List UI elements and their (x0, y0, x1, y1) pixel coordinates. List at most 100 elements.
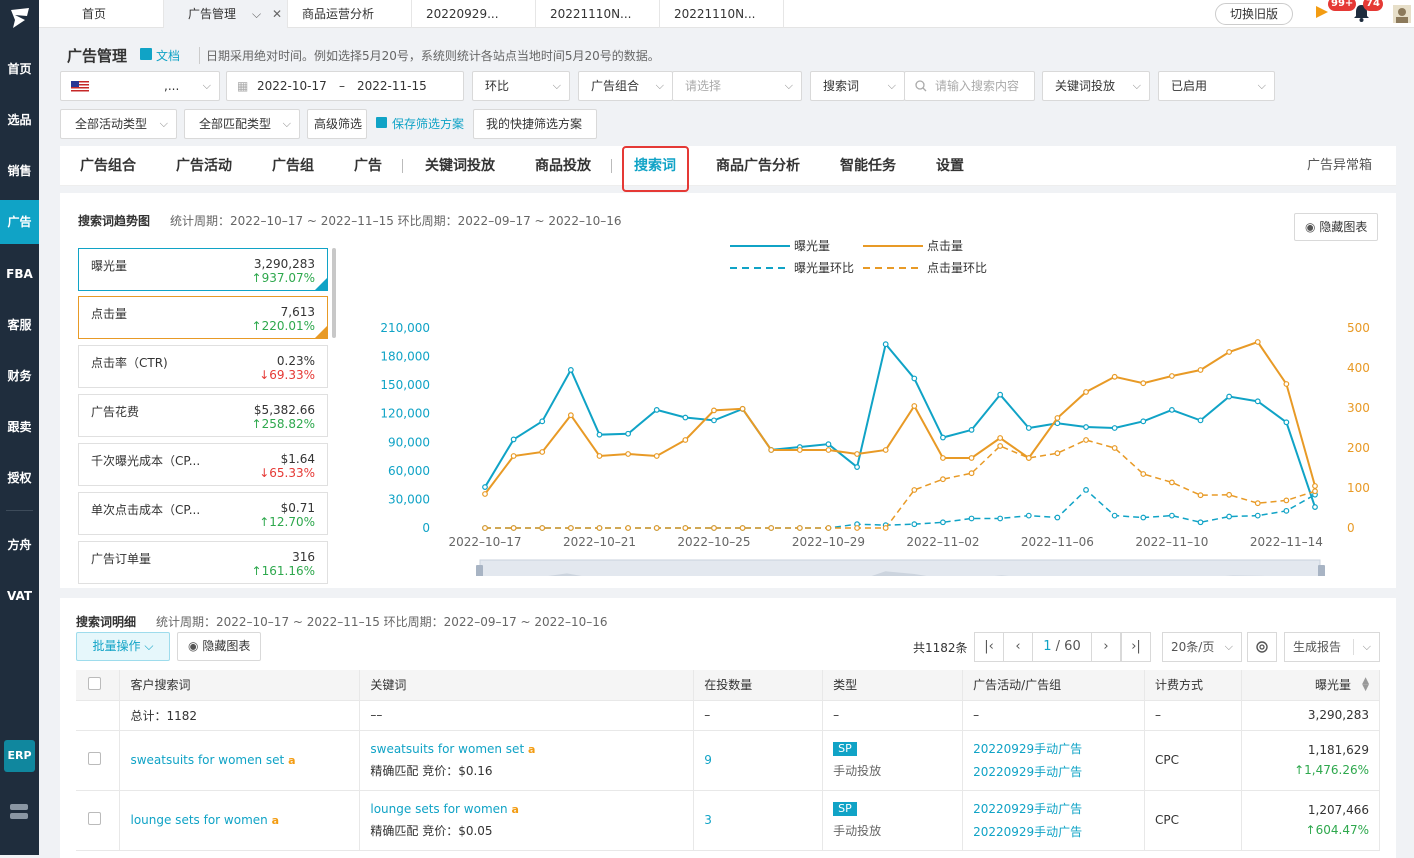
sidebar-item-vat[interactable]: VAT (0, 574, 39, 618)
metric-card[interactable]: 广告花费 $5,382.66 ↑258.82% (78, 394, 328, 437)
sidebar-item-home[interactable]: 首页 (0, 47, 39, 91)
erp-button[interactable]: ERP (4, 740, 35, 772)
doc-icon[interactable] (140, 48, 152, 60)
ad-anomaly-box-link[interactable]: 广告异常箱 (1307, 146, 1372, 186)
metric-card[interactable]: 单次点击成本（CP... $0.71 ↑12.70% (78, 492, 328, 535)
close-icon[interactable]: ✕ (272, 0, 282, 28)
subtab-smart-task[interactable]: 智能任务 (840, 146, 896, 186)
tab-ad-management[interactable]: 广告管理 ⌵ ✕ (164, 0, 288, 28)
table-row[interactable]: sweatsuits for women set a sweatsuits for… (76, 730, 1381, 791)
subtab-campaign[interactable]: 广告活动 (176, 146, 232, 186)
amazon-icon[interactable]: a (528, 743, 535, 756)
detail-period: 统计周期：2022–10–17 ~ 2022–11–15 环比周期：2022–0… (156, 615, 608, 629)
tab-report-1[interactable]: 20220929... (412, 0, 536, 28)
column-settings-button[interactable] (1247, 632, 1277, 662)
sidebar-item-ark[interactable]: 方舟 (0, 523, 39, 567)
table-row[interactable]: lounge sets for women a lounge sets for w… (76, 790, 1381, 851)
prev-page-button[interactable]: ‹ (1003, 632, 1033, 662)
campaign-type-select[interactable]: 全部活动类型 ⌵ (60, 109, 177, 139)
last-page-button[interactable]: ›| (1121, 632, 1151, 662)
portfolio-type-select[interactable]: 广告组合 ⌵ (578, 71, 673, 101)
switch-old-version-button[interactable]: 切换旧版 (1215, 3, 1293, 25)
select-all-checkbox[interactable] (88, 676, 101, 690)
x-tick-label: 2022–11–10 (1135, 535, 1208, 549)
next-page-button[interactable]: › (1091, 632, 1121, 662)
sidebar-item-ads[interactable]: 广告 (0, 200, 39, 244)
campaign-link[interactable]: 20220929手动广告 (973, 740, 1144, 757)
my-filter-schemes-button[interactable]: 我的快捷筛选方案 (473, 109, 597, 139)
subtab-portfolio[interactable]: 广告组合 (80, 146, 136, 186)
sidebar-item-service[interactable]: 客服 (0, 303, 39, 347)
site-select[interactable]: ,... ⌵ (60, 71, 220, 101)
adgroup-link[interactable]: 20220929手动广告 (973, 823, 1144, 840)
search-term-link[interactable]: lounge sets for women (130, 813, 267, 827)
tab-report-3[interactable]: 20221110N... (660, 0, 784, 28)
chevron-down-icon[interactable]: ⌵ (1363, 633, 1371, 661)
batch-action-button[interactable]: 批量操作 ⌵ (76, 632, 170, 661)
metric-list-scrollbar[interactable] (332, 248, 336, 338)
sidebar-item-fba[interactable]: FBA (0, 252, 39, 296)
amazon-icon[interactable]: a (272, 814, 279, 827)
first-page-button[interactable]: |‹ (974, 632, 1004, 662)
flag-icon[interactable] (1315, 5, 1329, 21)
row-checkbox[interactable] (88, 812, 101, 825)
search-input[interactable]: 请输入搜索内容 (904, 71, 1035, 101)
metric-card[interactable]: 点击率（CTR) 0.23% ↓69.33% (78, 345, 328, 388)
server-icon[interactable] (9, 803, 29, 821)
tab-product-analysis[interactable]: 商品运营分析 (288, 0, 412, 28)
amazon-icon[interactable]: a (511, 803, 518, 816)
generate-report-button[interactable]: 生成报告 ⌵ (1284, 632, 1380, 662)
target-count-link[interactable]: 9 (704, 753, 712, 767)
subtab-keyword-target[interactable]: 关键词投放 (425, 146, 495, 186)
sidebar-item-selection[interactable]: 选品 (0, 98, 39, 142)
chevron-down-icon[interactable]: ⌵ (252, 0, 261, 28)
adgroup-link[interactable]: 20220929手动广告 (973, 763, 1144, 780)
save-filter-link[interactable]: 保存筛选方案 (392, 116, 464, 132)
page-indicator[interactable]: 1 / 60 (1032, 632, 1092, 662)
keyword-target-select[interactable]: 关键词投放 ⌵ (1042, 71, 1150, 101)
search-type-select[interactable]: 搜索词 ⌵ (810, 71, 905, 101)
status-select[interactable]: 已启用 ⌵ (1158, 71, 1275, 101)
sidebar-item-finance[interactable]: 财务 (0, 354, 39, 398)
column-header[interactable]: 类型 (822, 670, 964, 701)
subtab-settings[interactable]: 设置 (936, 146, 964, 186)
detail-hide-chart-button[interactable]: ◉ 隐藏图表 (177, 632, 262, 661)
advanced-filter-button[interactable]: 高级筛选 (307, 109, 367, 139)
column-header[interactable]: 关键词 (359, 670, 695, 701)
column-header[interactable]: 广告活动/广告组 (962, 670, 1146, 701)
save-icon[interactable] (376, 117, 387, 128)
keyword-link[interactable]: sweatsuits for women set (370, 742, 524, 756)
column-header[interactable]: 在投数量 (693, 670, 824, 701)
target-count-link[interactable]: 3 (704, 813, 712, 827)
page-size-select[interactable]: 20条/页 ⌵ (1162, 632, 1242, 662)
subtab-product-target[interactable]: 商品投放 (535, 146, 591, 186)
sidebar-item-auth[interactable]: 授权 (0, 456, 39, 500)
amazon-icon[interactable]: a (288, 754, 295, 767)
match-type-select[interactable]: 全部匹配类型 ⌵ (184, 109, 300, 139)
sidebar-item-follow-sell[interactable]: 跟卖 (0, 405, 39, 449)
metric-card[interactable]: 点击量 7,613 ↑220.01% (78, 296, 328, 339)
row-checkbox[interactable] (88, 752, 101, 765)
campaign-link[interactable]: 20220929手动广告 (973, 800, 1144, 817)
portfolio-select[interactable]: 请选择 ⌵ (672, 71, 802, 101)
sidebar-item-sales[interactable]: 销售 (0, 149, 39, 193)
compare-select[interactable]: 环比 ⌵ (472, 71, 570, 101)
avatar[interactable] (1393, 5, 1411, 23)
tab-report-2[interactable]: 20221110N... (536, 0, 660, 28)
metric-card[interactable]: 曝光量 3,290,283 ↑937.07% (78, 248, 328, 291)
metric-card[interactable]: 千次曝光成本（CP... $1.64 ↓65.33% (78, 443, 328, 486)
date-range-picker[interactable]: ▦ 2022-10-17 – 2022-11-15 (226, 71, 464, 101)
subtab-search-term[interactable]: 搜索词 (634, 146, 676, 186)
column-header[interactable]: 计费方式 (1144, 670, 1242, 701)
column-header-impressions[interactable]: 曝光量 ▲ ▼ (1241, 670, 1381, 701)
tab-home[interactable]: 首页 (39, 0, 164, 28)
subtab-ad[interactable]: 广告 (354, 146, 382, 186)
column-header[interactable]: 客户搜索词 (119, 670, 361, 701)
sort-icon[interactable]: ▲ ▼ (1362, 677, 1369, 693)
metric-card[interactable]: 广告订单量 316 ↑161.16% (78, 541, 328, 584)
subtab-product-ad-analysis[interactable]: 商品广告分析 (716, 146, 800, 186)
search-term-link[interactable]: sweatsuits for women set (130, 753, 284, 767)
keyword-link[interactable]: lounge sets for women (370, 802, 507, 816)
subtab-adgroup[interactable]: 广告组 (272, 146, 314, 186)
doc-link[interactable]: 文档 (156, 47, 180, 64)
